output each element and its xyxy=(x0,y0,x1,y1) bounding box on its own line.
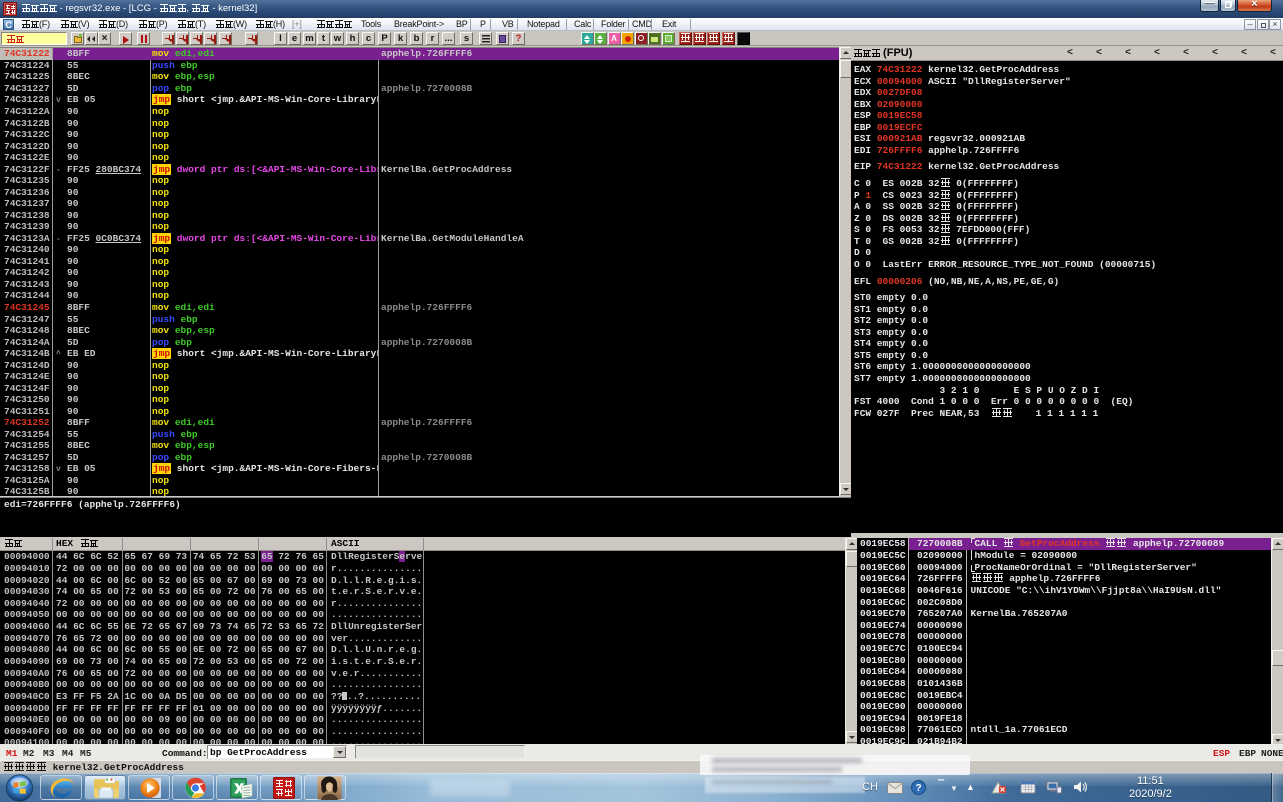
svg-text:?: ? xyxy=(915,783,921,794)
